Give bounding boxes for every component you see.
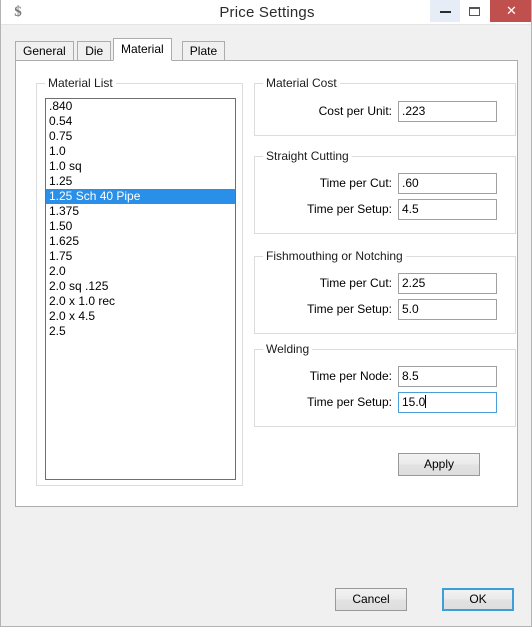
welding-time-per-setup-input[interactable]: 15.0 xyxy=(398,392,497,413)
list-item[interactable]: 1.25 Sch 40 Pipe xyxy=(46,189,235,204)
list-item[interactable]: 1.625 xyxy=(46,234,235,249)
list-item[interactable]: .840 xyxy=(46,99,235,114)
minimize-icon xyxy=(440,11,451,13)
fishmouthing-time-per-setup-label: Time per Setup: xyxy=(307,302,392,316)
material-list-group-label: Material List xyxy=(45,76,116,90)
ok-button[interactable]: OK xyxy=(442,588,514,611)
straight-cutting-group: Straight Cutting Time per Cut: .60 Time … xyxy=(254,149,516,234)
fishmouthing-time-per-cut-input[interactable]: 2.25 xyxy=(398,273,497,294)
price-settings-window: $ Price Settings ✕ Material List .840 0.5… xyxy=(0,0,532,627)
list-item[interactable]: 1.0 sq xyxy=(46,159,235,174)
welding-time-per-node-label: Time per Node: xyxy=(309,369,392,383)
material-list-box[interactable]: .840 0.54 0.75 1.0 1.0 sq 1.25 1.25 Sch 40 Pip… xyxy=(45,98,236,480)
list-item[interactable]: 2.0 x 1.0 rec xyxy=(46,294,235,309)
list-item[interactable]: 1.75 xyxy=(46,249,235,264)
material-cost-group-label: Material Cost xyxy=(263,76,340,90)
cost-per-unit-input[interactable]: .223 xyxy=(398,101,497,122)
straight-cutting-time-per-setup-label: Time per Setup: xyxy=(307,202,392,216)
maximize-button[interactable] xyxy=(460,0,490,22)
list-item[interactable]: 2.0 xyxy=(46,264,235,279)
list-item[interactable]: 1.50 xyxy=(46,219,235,234)
fishmouthing-time-per-cut-label: Time per Cut: xyxy=(319,276,392,290)
maximize-icon xyxy=(469,7,480,16)
material-list-group: Material List .840 0.54 0.75 1.0 1.0 sq 1.25 1… xyxy=(36,76,243,486)
welding-time-per-setup-value: 15.0 xyxy=(402,395,426,409)
list-item[interactable]: 1.375 xyxy=(46,204,235,219)
minimize-button[interactable] xyxy=(430,0,460,22)
tab-die[interactable]: Die xyxy=(77,41,112,60)
list-item[interactable]: 2.0 x 4.5 xyxy=(46,309,235,324)
list-item[interactable]: 2.0 sq .125 xyxy=(46,279,235,294)
list-item[interactable]: 1.25 xyxy=(46,174,235,189)
list-item[interactable]: 0.54 xyxy=(46,114,235,129)
welding-time-per-node-input[interactable]: 8.5 xyxy=(398,366,497,387)
welding-time-per-setup-label: Time per Setup: xyxy=(307,395,392,409)
close-button[interactable]: ✕ xyxy=(490,0,531,22)
straight-cutting-time-per-setup-input[interactable]: 4.5 xyxy=(398,199,497,220)
straight-cutting-time-per-cut-input[interactable]: .60 xyxy=(398,173,497,194)
list-item[interactable]: 1.0 xyxy=(46,144,235,159)
tab-plate[interactable]: Plate xyxy=(181,41,226,60)
straight-cutting-time-per-cut-label: Time per Cut: xyxy=(319,176,392,190)
title-bar: $ Price Settings ✕ xyxy=(1,0,531,25)
straight-cutting-group-label: Straight Cutting xyxy=(263,149,352,163)
fishmouthing-group-label: Fishmouthing or Notching xyxy=(263,249,406,263)
apply-button[interactable]: Apply xyxy=(398,453,480,476)
tab-label: Plate xyxy=(189,44,218,58)
tab-material[interactable]: Material xyxy=(113,38,172,61)
tab-page-material: Material List .840 0.54 0.75 1.0 1.0 sq 1.25 1… xyxy=(15,60,518,507)
tab-label: General xyxy=(23,44,66,58)
tab-label: Die xyxy=(85,44,104,58)
list-item[interactable]: 0.75 xyxy=(46,129,235,144)
cancel-button[interactable]: Cancel xyxy=(335,588,407,611)
tab-general[interactable]: General xyxy=(15,41,74,60)
list-item[interactable]: 2.5 xyxy=(46,324,235,339)
fishmouthing-time-per-setup-input[interactable]: 5.0 xyxy=(398,299,497,320)
tab-label: Material xyxy=(121,42,164,56)
fishmouthing-group: Fishmouthing or Notching Time per Cut: 2… xyxy=(254,249,516,334)
cost-per-unit-label: Cost per Unit: xyxy=(318,104,392,118)
welding-group-label: Welding xyxy=(263,342,313,356)
text-caret xyxy=(425,395,427,408)
material-cost-group: Material Cost Cost per Unit: .223 xyxy=(254,76,516,136)
welding-group: Welding Time per Node: 8.5 Time per Setu… xyxy=(254,342,516,427)
